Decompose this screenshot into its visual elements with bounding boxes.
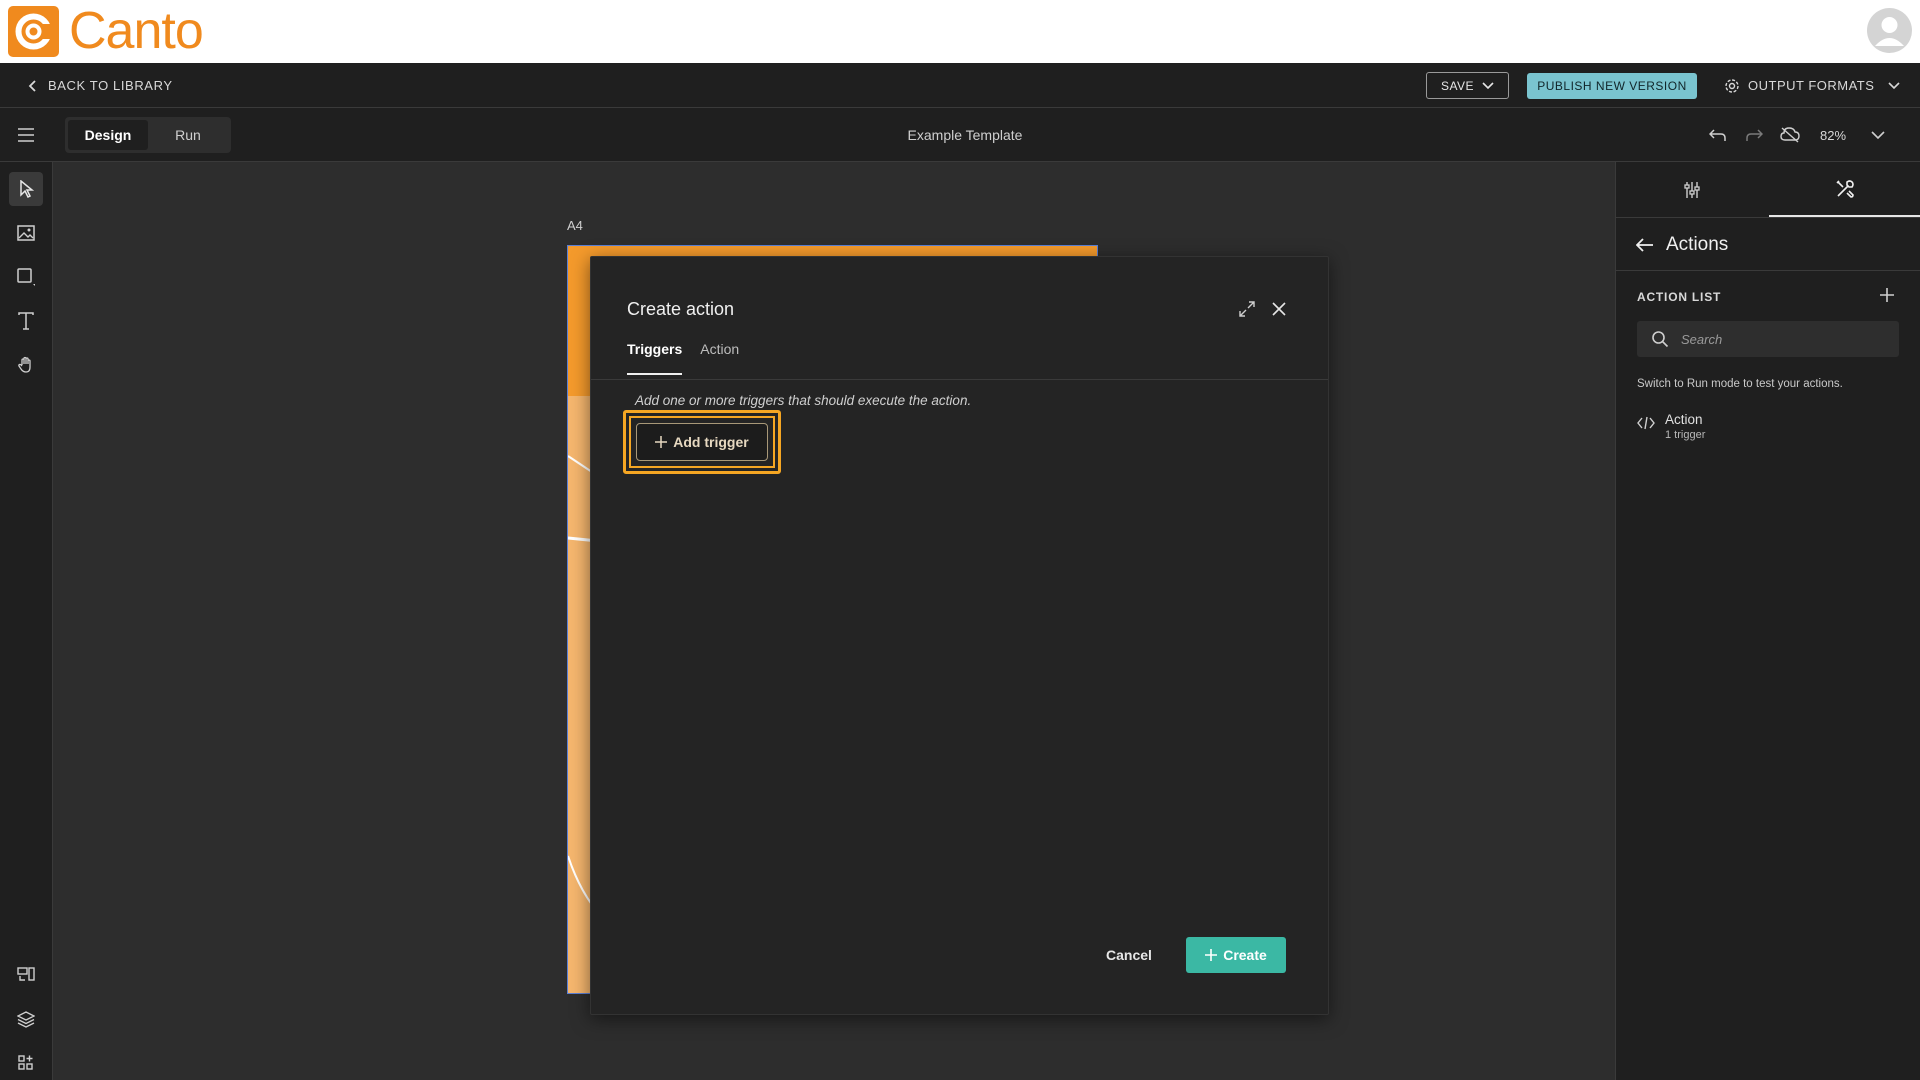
- redo-button[interactable]: [1736, 117, 1772, 153]
- tab-properties[interactable]: [1616, 162, 1769, 217]
- dialog-title: Create action: [627, 299, 735, 319]
- text-t-icon: [18, 312, 34, 330]
- hamburger-menu-icon: [18, 128, 34, 142]
- zoom-dropdown-button[interactable]: [1860, 117, 1896, 153]
- cursor-arrow-icon: [20, 180, 34, 198]
- create-button[interactable]: Create: [1186, 937, 1286, 973]
- close-icon: [1272, 302, 1286, 316]
- create-label: Create: [1223, 947, 1267, 963]
- close-dialog-button[interactable]: [1267, 297, 1291, 321]
- apps-tool[interactable]: [9, 1046, 43, 1080]
- right-panel: Actions ACTION LIST Switch to Run mode t…: [1615, 162, 1920, 1080]
- save-button[interactable]: SAVE: [1426, 72, 1509, 99]
- template-title: Example Template: [907, 127, 1023, 143]
- action-search: [1637, 321, 1899, 357]
- arrow-left-icon[interactable]: [1636, 238, 1654, 252]
- save-label: SAVE: [1440, 78, 1475, 93]
- apps-grid-icon: [18, 1055, 33, 1070]
- tab-actions[interactable]: [1768, 162, 1920, 217]
- menu-button[interactable]: [14, 123, 38, 147]
- plus-icon: [1880, 288, 1894, 302]
- cloud-sync-button[interactable]: [1772, 117, 1808, 153]
- create-action-dialog: Create action Triggers Action Add one or…: [590, 256, 1329, 1015]
- tab-action[interactable]: Action: [700, 341, 739, 375]
- shape-tool[interactable]: [9, 260, 43, 294]
- action-list-title: ACTION LIST: [1637, 290, 1722, 304]
- triggers-hint: Add one or more triggers that should exe…: [635, 393, 972, 408]
- plus-icon: [655, 436, 668, 448]
- text-tool[interactable]: [9, 304, 43, 338]
- mode-tab-design[interactable]: Design: [68, 120, 148, 150]
- canto-logo-text: Canto: [69, 2, 204, 60]
- cloud-off-icon: [1780, 127, 1800, 143]
- actions-header: Actions: [1636, 234, 1728, 256]
- mode-switch: Design Run: [65, 117, 231, 153]
- run-mode-hint: Switch to Run mode to test your actions.: [1637, 378, 1843, 390]
- code-icon: [1637, 416, 1655, 430]
- divider: [591, 379, 1328, 380]
- select-tool[interactable]: [9, 172, 43, 206]
- cancel-button[interactable]: Cancel: [1091, 937, 1167, 973]
- left-tool-bar: [0, 162, 53, 1080]
- divider: [1616, 270, 1920, 271]
- add-trigger-highlight: Add trigger: [623, 410, 781, 474]
- gear-icon: [1725, 78, 1739, 93]
- add-action-button[interactable]: [1874, 282, 1900, 308]
- canto-logo-mark: [8, 6, 59, 57]
- editor-nav-bar: BACK TO LIBRARY SAVE PUBLISH NEW VERSION…: [0, 63, 1920, 108]
- pan-tool[interactable]: [9, 348, 43, 382]
- sliders-icon: [1684, 181, 1700, 198]
- redo-icon: [1746, 129, 1763, 141]
- brand-bar: Canto: [0, 0, 1920, 63]
- add-trigger-highlight-inner: Add trigger: [629, 416, 775, 468]
- expand-icon: [1239, 301, 1255, 317]
- search-icon: [1652, 331, 1669, 348]
- chevron-left-icon: [28, 79, 36, 92]
- publish-new-version-button[interactable]: PUBLISH NEW VERSION: [1527, 73, 1697, 99]
- components-icon: [17, 967, 35, 981]
- layers-tool[interactable]: [9, 1002, 43, 1036]
- hand-icon: [18, 356, 31, 373]
- image-tool[interactable]: [9, 216, 43, 250]
- page-size-label: A4: [567, 218, 583, 233]
- toolbar-right-controls: 82%: [1700, 108, 1896, 162]
- actions-header-title: Actions: [1666, 234, 1729, 255]
- layers-icon: [17, 1011, 35, 1028]
- image-icon: [17, 225, 35, 241]
- back-to-library-link[interactable]: BACK TO LIBRARY: [28, 63, 173, 108]
- action-item-name: Action: [1665, 412, 1703, 427]
- tools-icon: [1836, 179, 1854, 198]
- add-trigger-button[interactable]: Add trigger: [636, 423, 768, 461]
- output-formats-button[interactable]: OUTPUT FORMATS: [1724, 63, 1900, 108]
- undo-button[interactable]: [1700, 117, 1736, 153]
- user-icon: [1875, 17, 1904, 46]
- chevron-down-icon: [1888, 81, 1900, 89]
- zoom-level[interactable]: 82%: [1820, 128, 1846, 143]
- canto-logo[interactable]: Canto: [8, 2, 204, 60]
- action-list-item[interactable]: Action 1 trigger: [1637, 412, 1705, 441]
- mode-tab-run[interactable]: Run: [148, 120, 228, 150]
- user-avatar[interactable]: [1867, 8, 1912, 53]
- right-panel-tabs: [1616, 162, 1920, 218]
- undo-icon: [1709, 129, 1726, 141]
- chevron-down-icon: [1482, 81, 1494, 89]
- add-trigger-label: Add trigger: [673, 434, 749, 450]
- editor-toolbar: Design Run Example Template 82%: [0, 108, 1920, 162]
- components-tool[interactable]: [9, 958, 43, 992]
- square-icon: [17, 268, 35, 286]
- chevron-down-icon: [1871, 130, 1885, 139]
- back-to-library-label: BACK TO LIBRARY: [48, 78, 173, 93]
- action-item-trigger-count: 1 trigger: [1665, 429, 1706, 441]
- plus-icon: [1205, 949, 1218, 961]
- output-formats-label: OUTPUT FORMATS: [1748, 78, 1875, 93]
- expand-dialog-button[interactable]: [1235, 297, 1259, 321]
- dialog-tabs: Triggers Action: [627, 341, 739, 375]
- action-search-input[interactable]: [1681, 331, 1881, 347]
- tab-triggers[interactable]: Triggers: [627, 341, 683, 375]
